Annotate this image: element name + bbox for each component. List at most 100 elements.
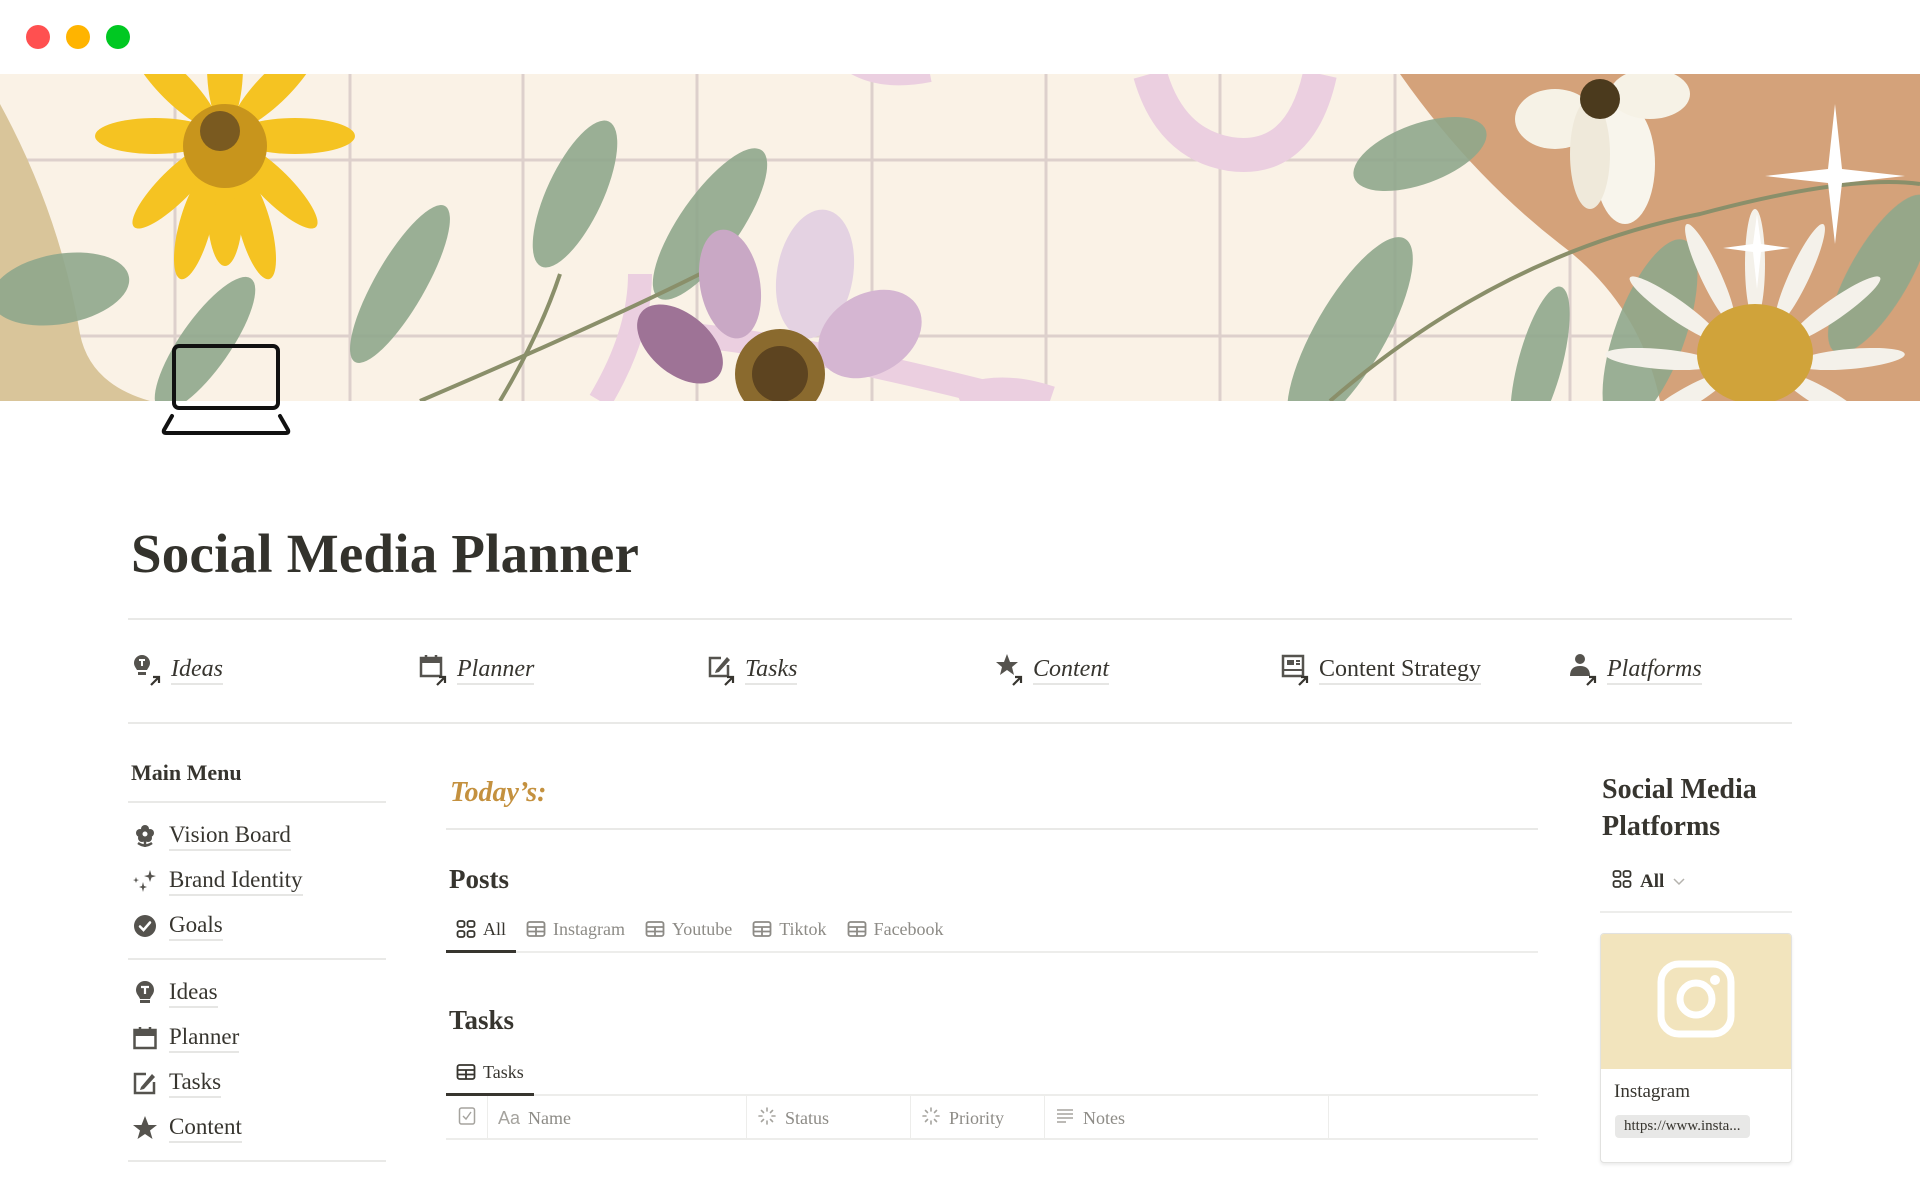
menu-item-label: Ideas bbox=[169, 978, 218, 1008]
divider bbox=[128, 801, 386, 803]
nav-link-ideas[interactable]: Ideas bbox=[133, 648, 223, 692]
edit-icon bbox=[707, 653, 737, 687]
calendar-icon bbox=[419, 653, 449, 687]
sparkles-icon bbox=[132, 868, 158, 894]
column-label: Notes bbox=[1083, 1107, 1125, 1128]
column-header-empty bbox=[1329, 1096, 1538, 1140]
menu-item-label: Planner bbox=[169, 1023, 240, 1053]
divider bbox=[128, 618, 1792, 620]
nav-link-label: Tasks bbox=[745, 655, 798, 685]
select-all-checkbox[interactable] bbox=[446, 1096, 488, 1140]
tasks-table-header: Aa Name Status Priority Notes bbox=[446, 1096, 1538, 1140]
maximize-window-button[interactable] bbox=[106, 25, 130, 49]
menu-item-label: Content bbox=[169, 1113, 242, 1143]
table-icon bbox=[645, 919, 665, 939]
menu-item-planner[interactable]: Planner bbox=[128, 1015, 386, 1060]
minimize-window-button[interactable] bbox=[66, 25, 90, 49]
tasks-view-tabs: Tasks bbox=[446, 1050, 1538, 1096]
menu-item-label: Vision Board bbox=[169, 821, 291, 851]
check-circle-icon bbox=[132, 913, 158, 939]
table-icon bbox=[456, 1062, 476, 1082]
menu-item-label: Tasks bbox=[169, 1068, 222, 1098]
column-header-name[interactable]: Aa Name bbox=[488, 1096, 747, 1140]
divider bbox=[446, 828, 1538, 830]
divider bbox=[1600, 911, 1792, 913]
tab-label: Instagram bbox=[553, 918, 625, 939]
nav-link-label: Content bbox=[1033, 655, 1109, 685]
menu-item-vision-board[interactable]: Vision Board bbox=[128, 813, 386, 858]
star-icon bbox=[132, 1115, 158, 1141]
today-heading: Today’s: bbox=[450, 777, 547, 808]
menu-item-ideas[interactable]: Ideas bbox=[128, 970, 386, 1015]
tasks-tab-tasks[interactable]: Tasks bbox=[446, 1050, 534, 1096]
status-icon bbox=[757, 1106, 777, 1131]
menu-item-content[interactable]: Content bbox=[128, 1105, 386, 1150]
card-title: Instagram bbox=[1614, 1081, 1690, 1102]
status-icon bbox=[921, 1106, 941, 1131]
main-menu-heading: Main Menu bbox=[131, 760, 242, 785]
column-header-notes[interactable]: Notes bbox=[1045, 1096, 1329, 1140]
divider bbox=[128, 722, 1792, 724]
platforms-panel: Social Media Platforms All Instagram htt… bbox=[1600, 771, 1792, 1163]
text-icon: Aa bbox=[498, 1107, 521, 1128]
tab-label: All bbox=[483, 918, 507, 939]
instagram-icon bbox=[1657, 960, 1735, 1043]
tab-label: Tiktok bbox=[779, 918, 827, 939]
nav-link-label: Ideas bbox=[171, 655, 223, 685]
menu-item-label: Brand Identity bbox=[169, 866, 303, 896]
chevron-down-icon bbox=[1672, 871, 1686, 893]
nav-link-content-strategy[interactable]: Content Strategy bbox=[1281, 648, 1481, 692]
posts-tab-instagram[interactable]: Instagram bbox=[516, 907, 635, 951]
lightbulb-icon bbox=[133, 653, 163, 687]
platforms-heading: Social Media Platforms bbox=[1602, 774, 1757, 842]
tasks-heading: Tasks bbox=[449, 1005, 515, 1035]
tab-label: Tasks bbox=[483, 1061, 524, 1082]
column-label: Priority bbox=[949, 1107, 1005, 1128]
table-icon bbox=[847, 919, 867, 939]
star-icon bbox=[995, 653, 1025, 687]
view-label: All bbox=[1640, 871, 1665, 892]
card-cover bbox=[1601, 934, 1791, 1069]
posts-heading: Posts bbox=[449, 864, 509, 894]
nav-link-platforms[interactable]: Platforms bbox=[1569, 648, 1702, 692]
column-header-status[interactable]: Status bbox=[747, 1096, 911, 1140]
nav-link-planner[interactable]: Planner bbox=[419, 648, 535, 692]
tab-label: Youtube bbox=[672, 918, 733, 939]
posts-tab-youtube[interactable]: Youtube bbox=[635, 907, 742, 951]
menu-item-label: Goals bbox=[169, 911, 223, 941]
main-content: Today’s: Posts All Instagram Youtube Tik… bbox=[446, 770, 1538, 1140]
gallery-icon bbox=[1612, 869, 1632, 895]
posts-tab-facebook[interactable]: Facebook bbox=[837, 907, 954, 951]
page-title: Social Media Planner bbox=[131, 523, 640, 584]
platform-card-instagram[interactable]: Instagram https://www.insta... bbox=[1600, 933, 1792, 1163]
platforms-view-selector[interactable]: All bbox=[1600, 867, 1792, 897]
gallery-icon bbox=[456, 919, 476, 939]
close-window-button[interactable] bbox=[26, 25, 50, 49]
laptop-icon[interactable] bbox=[160, 342, 292, 438]
window-titlebar bbox=[0, 0, 1920, 74]
table-icon bbox=[752, 919, 772, 939]
layout-icon bbox=[1281, 653, 1311, 687]
nav-link-label: Planner bbox=[457, 655, 535, 685]
menu-item-goals[interactable]: Goals bbox=[128, 903, 386, 948]
checkbox-icon bbox=[458, 1106, 476, 1131]
lightbulb-icon bbox=[132, 980, 158, 1006]
menu-item-brand-identity[interactable]: Brand Identity bbox=[128, 858, 386, 903]
posts-tab-tiktok[interactable]: Tiktok bbox=[742, 907, 836, 951]
lines-icon bbox=[1055, 1106, 1075, 1131]
tab-label: Facebook bbox=[873, 918, 944, 939]
person-icon bbox=[1569, 653, 1599, 687]
nav-link-content[interactable]: Content bbox=[995, 648, 1109, 692]
column-label: Name bbox=[528, 1107, 572, 1128]
menu-item-tasks[interactable]: Tasks bbox=[128, 1060, 386, 1105]
column-label: Status bbox=[785, 1107, 830, 1128]
card-url[interactable]: https://www.insta... bbox=[1615, 1115, 1750, 1138]
posts-tab-all[interactable]: All bbox=[446, 907, 517, 953]
table-icon bbox=[526, 919, 546, 939]
column-header-priority[interactable]: Priority bbox=[911, 1096, 1045, 1140]
divider bbox=[128, 958, 386, 960]
nav-link-tasks[interactable]: Tasks bbox=[707, 648, 798, 692]
edit-icon bbox=[132, 1070, 158, 1096]
divider bbox=[128, 1160, 386, 1162]
posts-view-tabs: All Instagram Youtube Tiktok Facebook bbox=[446, 907, 1538, 953]
